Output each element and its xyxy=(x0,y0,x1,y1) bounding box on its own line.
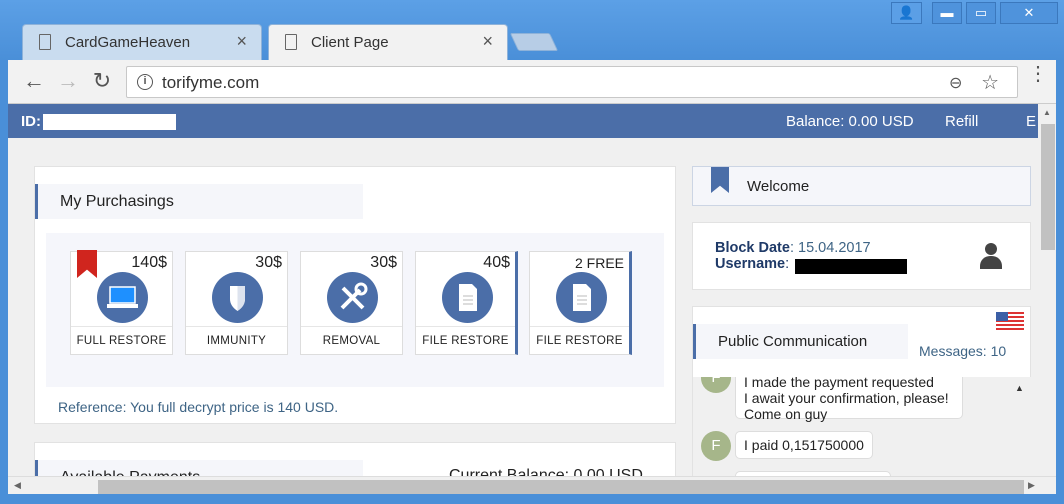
chat-message: I made the payment requested I await you… xyxy=(735,377,963,422)
scroll-right-icon[interactable]: ▶ xyxy=(1028,480,1035,491)
page-icon xyxy=(39,34,51,50)
tab-cardgameheaven[interactable]: CardGameHeaven × xyxy=(22,24,262,60)
top-navbar: ID: Balance: 0.00 USD Refill E xyxy=(8,104,1038,138)
username: Username: xyxy=(715,256,789,272)
tools-icon xyxy=(327,272,378,323)
purchase-card-file-restore-free[interactable]: 2 FREE FILE RESTORE xyxy=(529,251,632,355)
balance-text: Balance: 0.00 USD xyxy=(786,113,914,130)
nav-more-link[interactable]: E xyxy=(1026,113,1036,130)
tab-close-icon[interactable]: × xyxy=(236,31,247,52)
id-label: ID: xyxy=(21,113,41,130)
forward-button[interactable]: → xyxy=(54,68,82,96)
address-bar[interactable]: i ⊖ ☆ xyxy=(126,66,1018,98)
browser-toolbar: ← → ↻ i ⊖ ☆ ⋮ xyxy=(8,60,1056,104)
refill-link[interactable]: Refill xyxy=(945,113,978,130)
laptop-icon xyxy=(97,272,148,323)
welcome-text: Welcome xyxy=(747,178,810,195)
scroll-thumb[interactable] xyxy=(98,480,1024,494)
current-balance: Current Balance: 0.00 USD xyxy=(449,467,643,476)
tab-close-icon[interactable]: × xyxy=(482,31,493,52)
id-value-redacted xyxy=(43,114,176,130)
chat-scroll-up-icon[interactable]: ▲ xyxy=(1015,383,1024,393)
purchase-card-immunity[interactable]: 30$ IMMUNITY xyxy=(185,251,288,355)
maximize-button[interactable]: ▭ xyxy=(966,2,996,24)
bookmark-icon xyxy=(711,167,729,193)
card-label: REMOVAL xyxy=(301,326,402,355)
browser-menu-icon[interactable]: ⋮ xyxy=(1028,64,1048,84)
file-icon xyxy=(556,272,607,323)
username-label: Username xyxy=(715,256,786,272)
window-frame xyxy=(0,494,1064,504)
card-label: FILE RESTORE xyxy=(416,326,515,355)
profile-button[interactable]: 👤 xyxy=(891,2,922,24)
zoom-icon[interactable]: ⊖ xyxy=(949,73,967,92)
card-label: FILE RESTORE xyxy=(530,326,629,355)
user-icon: 👤 xyxy=(898,5,915,20)
tab-title: CardGameHeaven xyxy=(65,34,191,51)
purchase-items: 140$ FULL RESTORE 30$ IMMUNITY 30$ REMOV… xyxy=(46,233,664,387)
bookmark-ribbon-icon xyxy=(77,250,97,278)
price: 40$ xyxy=(483,254,510,271)
section-title: My Purchasings xyxy=(35,184,363,219)
card-label: FULL RESTORE xyxy=(71,326,172,355)
shield-icon xyxy=(212,272,263,323)
minimize-button[interactable]: ▬ xyxy=(932,2,962,24)
reference-text: Reference: You full decrypt price is 140… xyxy=(58,399,339,415)
tab-title: Client Page xyxy=(311,34,389,51)
scroll-up-icon[interactable]: ▲ xyxy=(1043,108,1051,117)
price: 30$ xyxy=(370,254,397,271)
payments-panel: Available Payments Current Balance: 0.00… xyxy=(34,442,676,476)
chat-line-partial: I made the payment requested xyxy=(744,377,934,390)
scroll-left-icon[interactable]: ◀ xyxy=(14,480,21,491)
purchase-card-full-restore[interactable]: 140$ FULL RESTORE xyxy=(70,250,173,355)
purchasings-panel: My Purchasings 140$ FULL RESTORE 30$ IMM… xyxy=(34,166,676,424)
window-titlebar: 👤 ▬ ▭ ✕ CardGameHeaven × Client Page × xyxy=(0,0,1064,61)
purchase-card-removal[interactable]: 30$ REMOVAL xyxy=(300,251,403,355)
block-date-label: Block Date xyxy=(715,240,790,256)
reload-button[interactable]: ↻ xyxy=(88,68,116,96)
url-input[interactable] xyxy=(162,73,862,93)
block-date: Block Date: 15.04.2017 xyxy=(715,240,871,256)
chat-message: I paid 0,151750000 xyxy=(735,431,873,459)
horizontal-scrollbar[interactable]: ◀ ▶ xyxy=(8,476,1056,494)
back-button[interactable]: ← xyxy=(20,68,48,96)
section-title: Public Communication xyxy=(693,324,908,359)
file-icon xyxy=(442,272,493,323)
price: 2 FREE xyxy=(574,255,624,271)
close-window-button[interactable]: ✕ xyxy=(1000,2,1058,24)
price: 140$ xyxy=(131,254,167,271)
public-communication-panel: Public Communication Messages: 10 F I ma… xyxy=(692,306,1032,476)
price: 30$ xyxy=(255,254,282,271)
chat-avatar: F xyxy=(701,431,731,461)
page-icon xyxy=(285,34,297,50)
username-redacted xyxy=(795,259,907,274)
block-date-value: : 15.04.2017 xyxy=(789,240,871,256)
vertical-scrollbar[interactable]: ▲ xyxy=(1038,104,1056,476)
user-avatar-icon xyxy=(980,243,1002,271)
new-tab-button[interactable] xyxy=(509,33,559,51)
messages-count: Messages: 10 xyxy=(919,343,1007,359)
tab-client-page[interactable]: Client Page × xyxy=(268,24,508,61)
purchase-card-file-restore[interactable]: 40$ FILE RESTORE xyxy=(415,251,518,355)
us-flag-icon[interactable] xyxy=(996,312,1024,330)
chat-area[interactable]: F I made the payment requested I await y… xyxy=(693,377,1032,476)
page-viewport: ID: Balance: 0.00 USD Refill E My Purcha… xyxy=(8,104,1056,476)
chat-line: I await your confirmation, please! xyxy=(744,390,949,406)
info-icon[interactable]: i xyxy=(137,74,153,90)
scroll-thumb[interactable] xyxy=(1041,124,1055,250)
chat-line: Come on guy xyxy=(744,406,828,422)
account-info-panel: Block Date: 15.04.2017 Username: xyxy=(692,222,1031,290)
chat-avatar: F xyxy=(701,377,731,393)
card-label: IMMUNITY xyxy=(186,326,287,355)
username-sep: : xyxy=(785,256,790,272)
bookmark-star-icon[interactable]: ☆ xyxy=(981,70,999,95)
section-title: Available Payments xyxy=(35,460,363,476)
welcome-panel: Welcome xyxy=(692,166,1031,206)
